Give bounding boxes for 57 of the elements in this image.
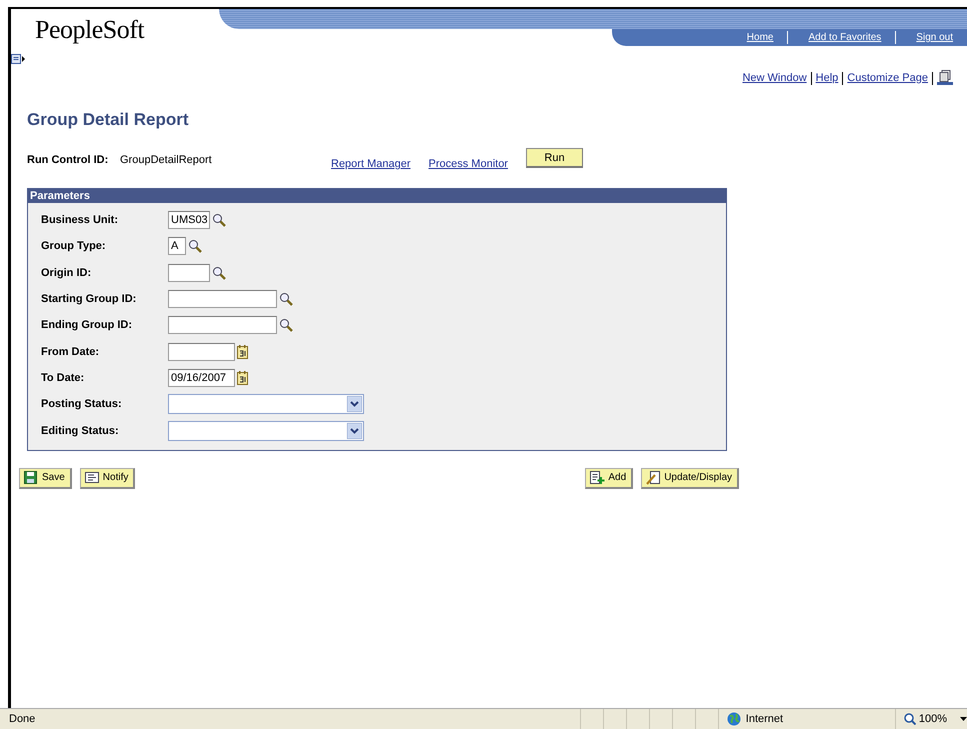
page-link[interactable]: Help	[816, 72, 838, 84]
zoom-level[interactable]: 100%	[918, 713, 947, 725]
input-field[interactable]	[168, 290, 277, 308]
dropdown-field[interactable]	[168, 420, 364, 441]
update-button[interactable]: Update/Display	[641, 468, 739, 489]
field-label: Starting Group ID:	[41, 293, 138, 306]
run-button[interactable]: Run	[526, 148, 583, 168]
status-zone: Internet	[746, 713, 784, 725]
page-link[interactable]: Report Manager	[331, 158, 410, 170]
add-icon	[590, 470, 606, 485]
field-label: From Date:	[41, 346, 100, 358]
notify-button[interactable]: Notify	[80, 468, 136, 489]
update-icon	[646, 470, 662, 485]
field-label: Group Type:	[41, 240, 107, 252]
caret-icon[interactable]	[960, 717, 967, 721]
chevron-down-icon[interactable]	[347, 422, 362, 439]
page-link[interactable]: Customize Page	[847, 72, 928, 84]
input-field[interactable]	[168, 316, 277, 334]
save-button[interactable]: Save	[19, 468, 72, 489]
globe-icon	[726, 712, 741, 726]
nav-link[interactable]: Add to Favorites	[787, 31, 896, 44]
status-text: Done	[8, 713, 36, 725]
http-page-icon[interactable]	[937, 70, 953, 86]
input-field[interactable]	[168, 264, 210, 282]
search-icon[interactable]	[279, 292, 293, 306]
zoom-icon[interactable]	[904, 713, 916, 725]
nav-link[interactable]: Home	[726, 29, 788, 46]
chevron-down-icon[interactable]	[347, 396, 362, 412]
input-field[interactable]	[168, 342, 235, 361]
menu-toggle-icon[interactable]	[11, 54, 25, 64]
field-value: GroupDetailReport	[120, 154, 213, 166]
field-label: Posting Status:	[41, 398, 123, 410]
panel-header: Parameters	[28, 189, 726, 203]
field-label: Ending Group ID:	[41, 319, 134, 332]
search-icon[interactable]	[188, 239, 202, 254]
page-title: Group Detail Report	[27, 110, 190, 130]
add-button[interactable]: Add	[585, 468, 634, 489]
field-label: Editing Status:	[41, 424, 120, 437]
logo: PeopleSoft	[34, 14, 146, 46]
search-icon[interactable]	[212, 213, 226, 228]
notify-icon	[84, 470, 100, 485]
calendar-icon[interactable]	[237, 344, 248, 359]
calendar-icon[interactable]	[237, 370, 248, 385]
input-field[interactable]: A	[168, 237, 186, 256]
field-label: To Date:	[41, 372, 86, 384]
save-icon	[24, 470, 39, 485]
dropdown-field[interactable]	[168, 394, 364, 414]
input-field[interactable]: UMS03	[168, 211, 210, 230]
search-icon[interactable]	[212, 266, 226, 280]
field-label: Run Control ID:	[27, 154, 110, 166]
search-icon[interactable]	[279, 318, 293, 332]
nav-link[interactable]: Sign out	[895, 31, 967, 44]
page-link[interactable]: New Window	[742, 72, 807, 84]
field-label: Business Unit:	[41, 214, 120, 226]
input-field[interactable]: 09/16/2007	[168, 368, 235, 387]
field-label: Origin ID:	[41, 266, 92, 279]
page-link[interactable]: Process Monitor	[428, 158, 508, 170]
